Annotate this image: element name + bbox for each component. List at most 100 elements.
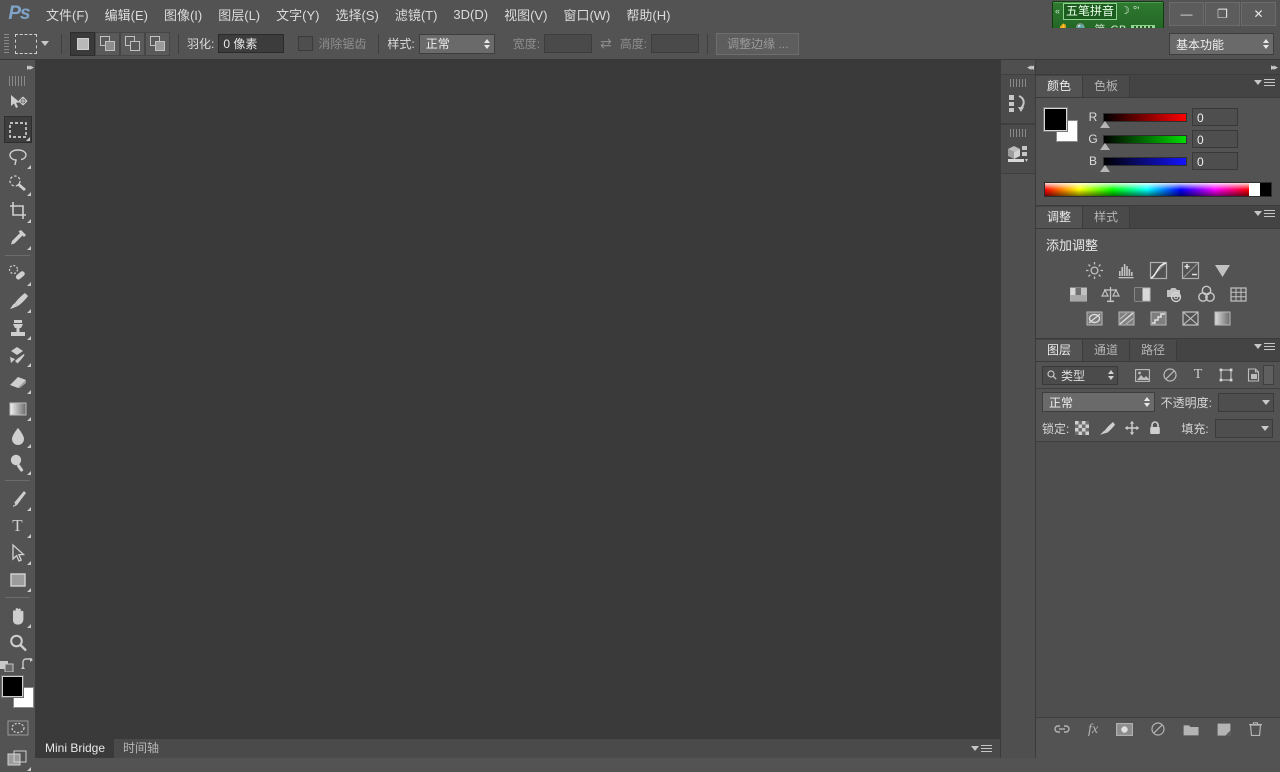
minimize-button[interactable]: —: [1169, 2, 1204, 26]
gradient-map-icon[interactable]: [1179, 308, 1201, 328]
black-white-icon[interactable]: [1131, 284, 1153, 304]
blur-tool[interactable]: [4, 422, 32, 449]
toolbox-grip[interactable]: [9, 76, 26, 86]
panel-grip[interactable]: [1010, 129, 1026, 137]
exposure-icon[interactable]: [1179, 260, 1201, 280]
ime-punctuation-icon[interactable]: °': [1133, 6, 1140, 17]
color-balance-icon[interactable]: [1099, 284, 1121, 304]
filter-shape-layers-icon[interactable]: [1218, 367, 1234, 383]
dodge-tool[interactable]: [4, 449, 32, 476]
new-layer-icon[interactable]: [1217, 723, 1231, 736]
menu-file[interactable]: 文件(F): [38, 1, 97, 28]
swap-width-height-icon[interactable]: ⇄: [600, 35, 612, 52]
panel-menu-icon[interactable]: [971, 745, 992, 752]
green-value-input[interactable]: 0: [1192, 130, 1238, 148]
link-layers-icon[interactable]: [1054, 723, 1070, 735]
gradient-tool[interactable]: [4, 395, 32, 422]
width-input[interactable]: [544, 34, 593, 53]
opacity-input[interactable]: [1217, 392, 1274, 412]
white-swatch[interactable]: [1249, 183, 1260, 196]
quick-selection-tool[interactable]: [4, 170, 32, 197]
ime-collapse-icon[interactable]: «: [1055, 7, 1060, 16]
adjustments-panel-menu-icon[interactable]: [1254, 210, 1275, 217]
move-tool[interactable]: [4, 89, 32, 116]
fill-input[interactable]: [1214, 418, 1273, 438]
layer-list[interactable]: [1036, 441, 1280, 717]
ime-input-method-name[interactable]: 五笔拼音: [1063, 3, 1118, 20]
tab-color[interactable]: 颜色: [1036, 76, 1084, 97]
blue-slider-knob[interactable]: [1100, 164, 1110, 172]
chevron-down-icon[interactable]: [1260, 425, 1269, 431]
tab-styles[interactable]: 样式: [1083, 207, 1131, 228]
eyedropper-tool[interactable]: [4, 224, 32, 251]
menu-help[interactable]: 帮助(H): [618, 1, 678, 28]
clone-stamp-tool[interactable]: [4, 314, 32, 341]
lock-all-icon[interactable]: [1149, 421, 1161, 435]
menu-window[interactable]: 窗口(W): [555, 1, 618, 28]
menu-select[interactable]: 选择(S): [327, 1, 386, 28]
hue-saturation-icon[interactable]: [1067, 284, 1089, 304]
type-tool[interactable]: T: [4, 512, 32, 539]
quick-mask-mode-button[interactable]: [4, 714, 32, 741]
delete-layer-icon[interactable]: [1249, 722, 1263, 736]
tab-paths[interactable]: 路径: [1130, 340, 1178, 361]
pen-tool[interactable]: [4, 485, 32, 512]
height-input[interactable]: [651, 34, 700, 53]
hand-tool[interactable]: [4, 602, 32, 629]
new-selection-button[interactable]: [70, 31, 95, 56]
red-slider-knob[interactable]: [1100, 120, 1110, 128]
new-adjustment-layer-icon[interactable]: [1151, 722, 1165, 736]
invert-icon[interactable]: [1083, 308, 1105, 328]
brightness-contrast-icon[interactable]: [1083, 260, 1105, 280]
menu-edit[interactable]: 编辑(E): [97, 1, 156, 28]
panel-grip[interactable]: [1010, 79, 1026, 87]
filter-adjustment-layers-icon[interactable]: [1162, 367, 1178, 383]
swap-colors-icon[interactable]: [21, 658, 35, 672]
rectangle-tool[interactable]: [4, 566, 32, 593]
color-panel-menu-icon[interactable]: [1254, 79, 1275, 86]
threshold-icon[interactable]: [1147, 308, 1169, 328]
blend-mode-select[interactable]: 正常: [1042, 392, 1155, 412]
blue-slider-track[interactable]: [1100, 156, 1187, 172]
workspace-select[interactable]: 基本功能: [1169, 33, 1274, 55]
black-swatch[interactable]: [1260, 183, 1271, 196]
tab-swatches[interactable]: 色板: [1083, 76, 1131, 97]
subtract-from-selection-button[interactable]: [120, 31, 145, 56]
restore-button[interactable]: ❐: [1205, 2, 1240, 26]
spot-healing-brush-tool[interactable]: [4, 260, 32, 287]
levels-icon[interactable]: [1115, 260, 1137, 280]
lock-position-icon[interactable]: [1125, 421, 1140, 435]
menu-type[interactable]: 文字(Y): [268, 1, 327, 28]
red-slider-track[interactable]: [1100, 112, 1187, 128]
tab-layers[interactable]: 图层: [1036, 340, 1084, 361]
dock-collapse-button[interactable]: ◂◂: [1001, 60, 1035, 74]
lasso-tool[interactable]: [4, 143, 32, 170]
crop-tool[interactable]: [4, 197, 32, 224]
tab-timeline[interactable]: 时间轴: [114, 739, 168, 758]
filter-type-layers-icon[interactable]: T: [1190, 367, 1206, 383]
curves-icon[interactable]: [1147, 260, 1169, 280]
tab-adjustments[interactable]: 调整: [1036, 207, 1084, 228]
screen-mode-button[interactable]: [4, 745, 32, 772]
rectangular-marquee-tool[interactable]: [3, 116, 32, 143]
zoom-tool[interactable]: [4, 629, 32, 656]
menu-image[interactable]: 图像(I): [156, 1, 210, 28]
layer-style-fx-icon[interactable]: fx: [1088, 722, 1098, 737]
blue-value-input[interactable]: 0: [1192, 152, 1238, 170]
filter-pixel-layers-icon[interactable]: [1134, 367, 1150, 383]
chevron-down-icon[interactable]: [41, 41, 49, 46]
lock-transparent-pixels-icon[interactable]: [1075, 421, 1090, 435]
history-brush-tool[interactable]: [4, 341, 32, 368]
ime-moon-icon[interactable]: ☽: [1120, 6, 1130, 17]
selective-color-icon[interactable]: [1211, 308, 1233, 328]
chevron-down-icon[interactable]: [1262, 399, 1270, 405]
tab-mini-bridge[interactable]: Mini Bridge: [36, 739, 115, 758]
antialias-checkbox[interactable]: [298, 36, 314, 51]
lock-image-pixels-icon[interactable]: [1099, 421, 1116, 435]
close-button[interactable]: ✕: [1241, 2, 1276, 26]
layer-filter-type-select[interactable]: 类型: [1042, 365, 1118, 385]
add-layer-mask-icon[interactable]: [1116, 722, 1133, 736]
right-dock-collapse-button[interactable]: ▸▸: [1036, 60, 1280, 75]
rectangular-marquee-preset-icon[interactable]: [15, 33, 37, 54]
layers-panel-menu-icon[interactable]: [1254, 343, 1275, 350]
